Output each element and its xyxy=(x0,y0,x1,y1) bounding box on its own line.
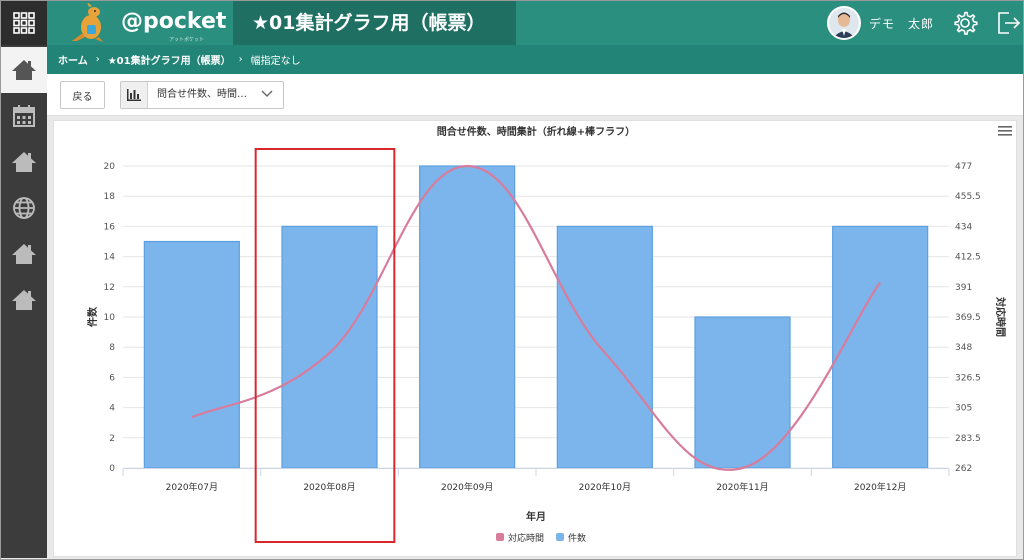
rail-home-button-3[interactable] xyxy=(1,231,47,277)
y2-tick-label: 477 xyxy=(955,162,972,172)
bar[interactable] xyxy=(281,225,378,469)
apps-grid-icon xyxy=(13,12,35,34)
y-tick-label: 4 xyxy=(109,404,115,414)
user-photo-icon xyxy=(829,8,859,38)
home-icon xyxy=(12,60,36,80)
breadcrumb-home[interactable]: ホーム xyxy=(58,52,88,67)
kangaroo-logo-icon xyxy=(72,3,103,42)
y2-tick-label: 262 xyxy=(955,464,972,474)
bar[interactable] xyxy=(419,165,516,469)
x-tick-label: 2020年08月 xyxy=(303,481,355,493)
chart-title: 問合せ件数、時間集計（折れ線+棒フラフ） xyxy=(437,125,635,138)
gear-icon xyxy=(954,11,978,35)
chart: 問合せ件数、時間集計（折れ線+棒フラフ） 0 2 4 6 8 10 12 14 16 18 20 262… xyxy=(86,125,1007,544)
x-tick-label: 2020年07月 xyxy=(166,481,218,493)
user-name: デモ 太郎 xyxy=(869,16,935,31)
breadcrumb-current: 幅指定なし xyxy=(250,56,301,67)
avatar xyxy=(827,6,861,40)
chart-select-value: 問合せ件数、時間… xyxy=(157,89,247,100)
chart-menu-icon[interactable] xyxy=(998,125,1012,137)
rail-globe-button[interactable] xyxy=(1,185,47,231)
logo-text: @pocket xyxy=(121,9,227,34)
legend-swatch-response-time xyxy=(496,533,504,541)
y2-tick-label: 434 xyxy=(955,222,972,232)
y-tick-label: 10 xyxy=(104,313,116,323)
y2-axis-label: 対応時間 xyxy=(994,296,1007,337)
x-tick-label: 2020年10月 xyxy=(579,481,631,493)
back-button[interactable]: 戻る xyxy=(60,81,105,109)
y-axis-label: 件数 xyxy=(86,306,99,327)
y-tick-label: 20 xyxy=(104,162,116,172)
settings-button[interactable] xyxy=(952,10,978,36)
bar[interactable] xyxy=(143,240,240,469)
x-tick-label: 2020年09月 xyxy=(441,481,493,493)
legend-label-response-time: 対応時間 xyxy=(508,532,544,544)
home-icon xyxy=(12,244,36,264)
y-tick-label: 2 xyxy=(109,434,115,444)
x-tick-label: 2020年12月 xyxy=(854,481,906,493)
breadcrumb: ホーム › ★01集計グラフ用（帳票） › 幅指定なし xyxy=(47,45,1023,74)
globe-icon xyxy=(13,197,35,219)
rail-home-button[interactable] xyxy=(1,47,47,93)
apps-grid-button[interactable] xyxy=(1,1,47,45)
y2-tick-label: 391 xyxy=(955,283,972,293)
x-axis-label: 年月 xyxy=(526,510,546,523)
chevron-down-icon xyxy=(261,90,273,97)
app-logo[interactable]: @pocket アットポケット xyxy=(69,3,226,43)
y-tick-label: 12 xyxy=(104,283,115,293)
left-rail xyxy=(1,1,47,558)
app-header: @pocket アットポケット ★01集計グラフ用（帳票） デモ 太郎 xyxy=(47,1,1023,45)
y2-tick-label: 369.5 xyxy=(955,313,981,323)
y-tick-label: 14 xyxy=(104,253,116,263)
y2-tick-label: 412.5 xyxy=(955,253,981,263)
y-tick-label: 6 xyxy=(109,373,115,383)
bar[interactable] xyxy=(832,225,929,469)
home-icon xyxy=(12,290,36,310)
y-tick-label: 0 xyxy=(109,464,115,474)
y2-tick-label: 455.5 xyxy=(955,192,981,202)
logout-icon xyxy=(998,12,1021,34)
y2-tick-label: 348 xyxy=(955,343,972,353)
user-menu[interactable]: デモ 太郎 xyxy=(827,6,934,40)
chart-select[interactable]: 問合せ件数、時間… xyxy=(120,81,284,109)
rail-home-button-2[interactable] xyxy=(1,139,47,185)
logout-button[interactable] xyxy=(995,10,1021,36)
legend-swatch-count xyxy=(556,533,564,541)
page-title: ★01集計グラフ用（帳票） xyxy=(233,1,516,45)
y2-tick-label: 305 xyxy=(955,404,972,414)
home-icon xyxy=(12,152,36,172)
y-tick-label: 8 xyxy=(109,343,115,353)
logo-subtext: アットポケット xyxy=(169,37,205,43)
breadcrumb-report[interactable]: ★01集計グラフ用（帳票） xyxy=(108,52,231,67)
legend-label-count: 件数 xyxy=(568,532,586,544)
toolbar: 戻る 問合せ件数、時間… xyxy=(47,74,1023,116)
y2-tick-label: 283.5 xyxy=(955,434,981,444)
breadcrumb-separator: › xyxy=(238,54,243,65)
rail-calendar-button[interactable] xyxy=(1,93,47,139)
y-tick-label: 16 xyxy=(104,222,116,232)
y-tick-label: 18 xyxy=(104,192,116,202)
breadcrumb-separator: › xyxy=(95,54,100,65)
y2-tick-label: 326.5 xyxy=(955,373,981,383)
calendar-icon xyxy=(13,105,35,127)
rail-home-button-4[interactable] xyxy=(1,277,47,323)
bar-chart-icon xyxy=(121,82,148,108)
x-tick-label: 2020年11月 xyxy=(716,481,768,493)
bar[interactable] xyxy=(556,225,653,469)
